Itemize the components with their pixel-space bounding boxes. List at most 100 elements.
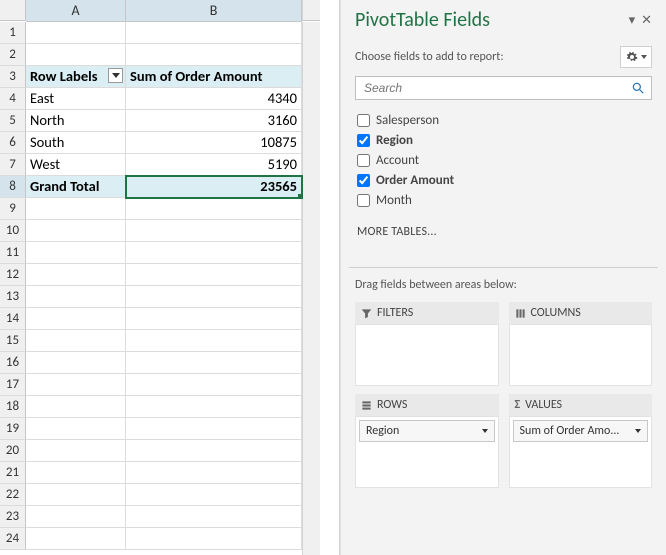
row-header[interactable]: 23 — [0, 506, 26, 528]
values-pill-sum[interactable]: Sum of Order Amo... — [513, 420, 649, 442]
grand-total-value[interactable]: 23565 — [126, 176, 302, 198]
row-header[interactable]: 12 — [0, 264, 26, 286]
row-header[interactable]: 19 — [0, 418, 26, 440]
cell[interactable] — [126, 242, 302, 264]
cell[interactable] — [26, 440, 126, 462]
cell[interactable] — [126, 352, 302, 374]
cell[interactable] — [26, 418, 126, 440]
row-header[interactable]: 3 — [0, 66, 26, 88]
row-header[interactable]: 22 — [0, 484, 26, 506]
cell[interactable] — [126, 264, 302, 286]
cell[interactable] — [26, 242, 126, 264]
rows-pill-region[interactable]: Region — [359, 420, 495, 442]
row-header[interactable]: 8 — [0, 176, 26, 198]
cell[interactable] — [126, 418, 302, 440]
cell[interactable] — [26, 528, 126, 550]
row-header[interactable]: 11 — [0, 242, 26, 264]
pivot-row-value[interactable]: 3160 — [126, 110, 302, 132]
cell[interactable] — [126, 396, 302, 418]
row-header[interactable]: 4 — [0, 88, 26, 110]
cell[interactable] — [26, 352, 126, 374]
cell[interactable] — [26, 506, 126, 528]
cell[interactable] — [126, 220, 302, 242]
chevron-down-icon[interactable]: ▾ — [629, 13, 636, 28]
row-header[interactable]: 17 — [0, 374, 26, 396]
cell[interactable] — [26, 198, 126, 220]
filters-area[interactable]: FILTERS — [355, 302, 499, 386]
vertical-scrollbar[interactable] — [302, 22, 320, 555]
more-tables-link[interactable]: MORE TABLES... — [357, 225, 652, 239]
cell[interactable] — [26, 22, 126, 44]
cell[interactable] — [26, 308, 126, 330]
cell[interactable] — [26, 264, 126, 286]
cell[interactable] — [126, 22, 302, 44]
search-input[interactable] — [362, 80, 631, 96]
values-drop[interactable]: Sum of Order Amo... — [509, 416, 653, 488]
cell[interactable] — [126, 44, 302, 66]
field-region[interactable]: Region — [355, 132, 652, 149]
search-box[interactable] — [355, 76, 652, 100]
row-header[interactable]: 10 — [0, 220, 26, 242]
pivot-row-label[interactable]: West — [26, 154, 126, 176]
row-header[interactable]: 6 — [0, 132, 26, 154]
cell[interactable] — [126, 374, 302, 396]
pivot-value-header[interactable]: Sum of Order Amount — [126, 66, 302, 88]
row-header[interactable]: 20 — [0, 440, 26, 462]
field-order-amount[interactable]: Order Amount — [355, 172, 652, 189]
columns-drop[interactable] — [509, 324, 653, 386]
columns-area[interactable]: COLUMNS — [509, 302, 653, 386]
values-area[interactable]: Σ VALUES Sum of Order Amo... — [509, 394, 653, 488]
cell[interactable] — [26, 484, 126, 506]
row-header[interactable]: 7 — [0, 154, 26, 176]
rows-area[interactable]: ROWS Region — [355, 394, 499, 488]
cell[interactable] — [26, 220, 126, 242]
cell[interactable] — [26, 44, 126, 66]
cell[interactable] — [126, 506, 302, 528]
pivot-row-label[interactable]: North — [26, 110, 126, 132]
filters-drop[interactable] — [355, 324, 499, 386]
grand-total-label[interactable]: Grand Total — [26, 176, 126, 198]
column-header-A[interactable]: A — [26, 0, 126, 21]
pivot-row-labels-header[interactable]: Row Labels — [26, 66, 126, 88]
row-header[interactable]: 9 — [0, 198, 26, 220]
field-month[interactable]: Month — [355, 192, 652, 209]
cell[interactable] — [126, 330, 302, 352]
cell[interactable] — [126, 286, 302, 308]
row-header[interactable]: 15 — [0, 330, 26, 352]
pivot-row-label[interactable]: South — [26, 132, 126, 154]
close-icon[interactable]: ✕ — [641, 13, 652, 28]
cell[interactable] — [126, 528, 302, 550]
cell[interactable] — [126, 462, 302, 484]
cell[interactable] — [26, 330, 126, 352]
pivot-row-label[interactable]: East — [26, 88, 126, 110]
row-header[interactable]: 16 — [0, 352, 26, 374]
row-header[interactable]: 5 — [0, 110, 26, 132]
row-header[interactable]: 21 — [0, 462, 26, 484]
row-header[interactable]: 2 — [0, 44, 26, 66]
field-checkbox[interactable] — [357, 114, 370, 127]
row-header[interactable]: 24 — [0, 528, 26, 550]
row-labels-filter-button[interactable] — [108, 68, 123, 83]
field-checkbox[interactable] — [357, 134, 370, 147]
field-checkbox[interactable] — [357, 154, 370, 167]
cell[interactable] — [126, 484, 302, 506]
tools-button[interactable] — [620, 46, 652, 68]
row-header[interactable]: 14 — [0, 308, 26, 330]
row-header[interactable]: 13 — [0, 286, 26, 308]
column-header-B[interactable]: B — [126, 0, 302, 21]
cell[interactable] — [26, 286, 126, 308]
cell[interactable] — [26, 462, 126, 484]
cell[interactable] — [26, 396, 126, 418]
rows-drop[interactable]: Region — [355, 416, 499, 488]
select-all-corner[interactable] — [0, 0, 26, 21]
pivot-row-value[interactable]: 10875 — [126, 132, 302, 154]
field-checkbox[interactable] — [357, 194, 370, 207]
cell[interactable] — [126, 440, 302, 462]
field-account[interactable]: Account — [355, 152, 652, 169]
cell[interactable] — [126, 308, 302, 330]
field-checkbox[interactable] — [357, 174, 370, 187]
pivot-row-value[interactable]: 4340 — [126, 88, 302, 110]
row-header[interactable]: 1 — [0, 22, 26, 44]
row-header[interactable]: 18 — [0, 396, 26, 418]
field-salesperson[interactable]: Salesperson — [355, 112, 652, 129]
